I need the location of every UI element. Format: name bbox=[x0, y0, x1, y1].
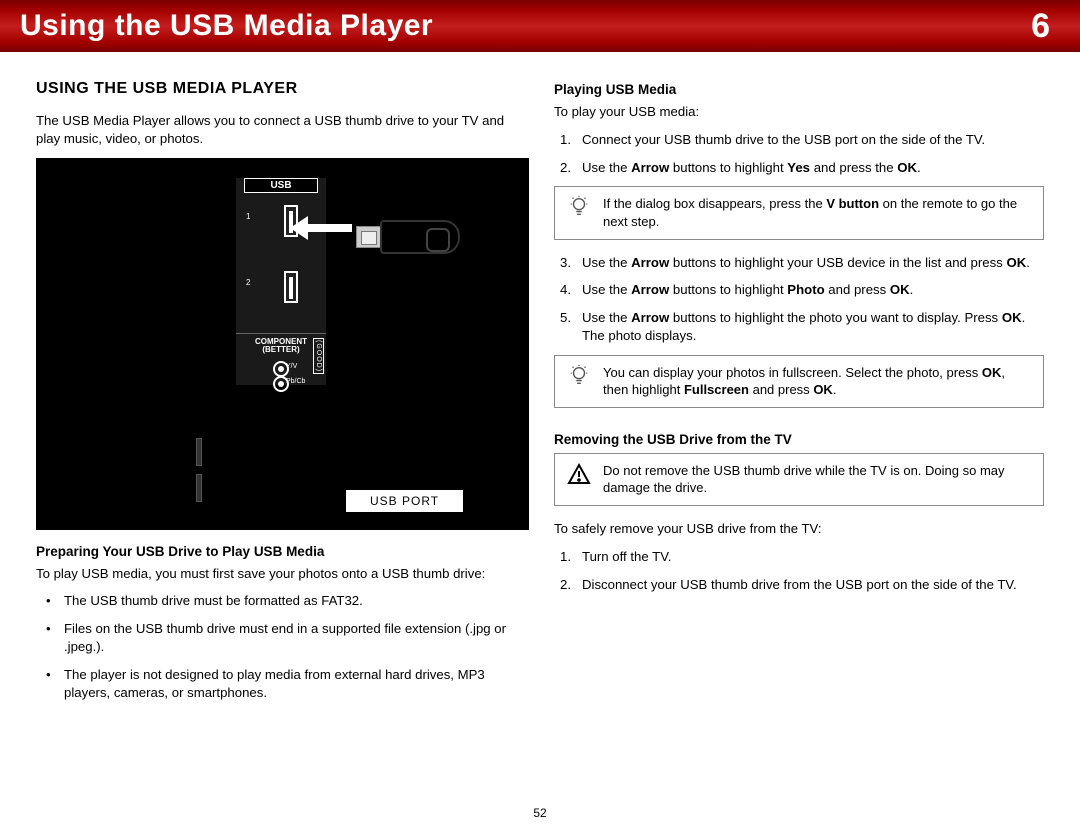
prep-intro: To play USB media, you must first save y… bbox=[36, 565, 526, 583]
section-heading: USING THE USB MEDIA PLAYER bbox=[36, 80, 526, 98]
play-step-3: Use the Arrow buttons to highlight your … bbox=[582, 254, 1044, 272]
right-column: Playing USB Media To play your USB media… bbox=[554, 80, 1044, 712]
lightbulb-icon bbox=[565, 364, 593, 386]
tip-text: You can display your photos in fullscree… bbox=[603, 364, 1033, 399]
remove-step-2: Disconnect your USB thumb drive from the… bbox=[582, 576, 1044, 594]
warning-text: Do not remove the USB thumb drive while … bbox=[603, 462, 1033, 497]
tip-callout-2: You can display your photos in fullscree… bbox=[554, 355, 1044, 408]
prep-item: The player is not designed to play media… bbox=[64, 666, 526, 702]
usb-port-illustration: USB 1 2 COMPONENT(BETTER) Y/V Pb/Cb (GOO… bbox=[36, 158, 529, 530]
slot-2-label: 2 bbox=[246, 278, 250, 287]
chapter-header: Using the USB Media Player 6 bbox=[0, 0, 1080, 52]
usb-stick-graphic bbox=[356, 220, 460, 254]
play-step-5: Use the Arrow buttons to highlight the p… bbox=[582, 309, 1044, 345]
page-number: 52 bbox=[0, 806, 1080, 820]
play-step-1: Connect your USB thumb drive to the USB … bbox=[582, 131, 1044, 149]
usb-slot-2 bbox=[284, 271, 298, 303]
play-intro: To play your USB media: bbox=[554, 103, 1044, 121]
tip-text: If the dialog box disappears, press the … bbox=[603, 195, 1033, 230]
side-slots-graphic bbox=[196, 438, 202, 502]
warning-callout: Do not remove the USB thumb drive while … bbox=[554, 453, 1044, 506]
play-step-2: Use the Arrow buttons to highlight Yes a… bbox=[582, 159, 1044, 177]
remove-heading: Removing the USB Drive from the TV bbox=[554, 432, 1044, 447]
usb-port-caption: USB PORT bbox=[346, 490, 463, 512]
lightbulb-icon bbox=[565, 195, 593, 217]
play-heading: Playing USB Media bbox=[554, 82, 1044, 97]
tv-panel-graphic: USB 1 2 COMPONENT(BETTER) Y/V Pb/Cb (GOO… bbox=[236, 178, 326, 386]
good-tag: (GOOD) bbox=[313, 338, 324, 379]
prep-item: Files on the USB thumb drive must end in… bbox=[64, 620, 526, 656]
remove-intro: To safely remove your USB drive from the… bbox=[554, 520, 1044, 538]
intro-text: The USB Media Player allows you to conne… bbox=[36, 112, 526, 148]
usb-panel-label: USB bbox=[244, 178, 318, 193]
prep-heading: Preparing Your USB Drive to Play USB Med… bbox=[36, 544, 526, 559]
left-column: USING THE USB MEDIA PLAYER The USB Media… bbox=[36, 80, 526, 712]
play-steps-cont: Use the Arrow buttons to highlight your … bbox=[554, 254, 1044, 345]
warning-icon bbox=[565, 462, 593, 486]
rca-jack-pbcb bbox=[273, 376, 289, 392]
prep-item: The USB thumb drive must be formatted as… bbox=[64, 592, 526, 610]
play-steps: Connect your USB thumb drive to the USB … bbox=[554, 131, 1044, 177]
remove-steps: Turn off the TV. Disconnect your USB thu… bbox=[554, 548, 1044, 594]
chapter-title: Using the USB Media Player bbox=[20, 9, 433, 43]
arrow-icon bbox=[304, 224, 352, 232]
tip-callout-1: If the dialog box disappears, press the … bbox=[554, 186, 1044, 239]
prep-list: The USB thumb drive must be formatted as… bbox=[36, 592, 526, 701]
remove-step-1: Turn off the TV. bbox=[582, 548, 1044, 566]
slot-1-label: 1 bbox=[246, 212, 250, 221]
rca-jack-yv bbox=[273, 361, 289, 377]
chapter-number: 6 bbox=[1031, 7, 1050, 46]
play-step-4: Use the Arrow buttons to highlight Photo… bbox=[582, 281, 1044, 299]
